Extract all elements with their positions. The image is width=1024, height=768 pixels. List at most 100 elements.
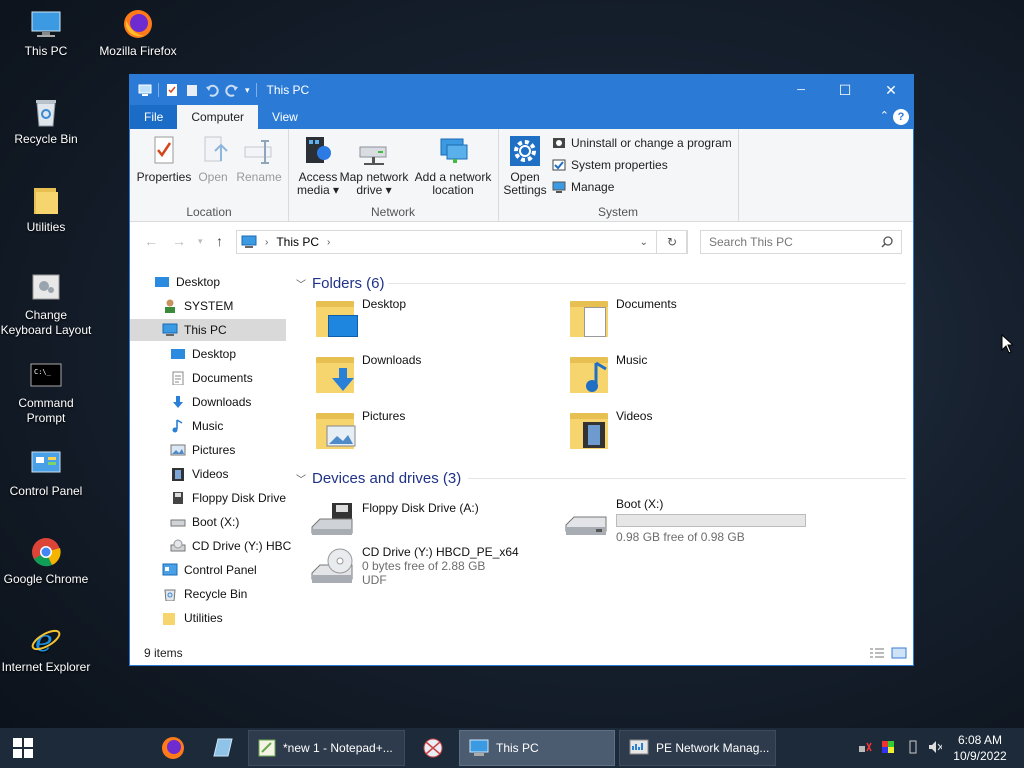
nav-item-desktop[interactable]: Desktop <box>170 343 236 365</box>
add-network-location-button[interactable]: Add a network location <box>412 135 494 197</box>
properties-button[interactable]: Properties <box>136 135 192 184</box>
quick-access-toolbar: ▾ <box>138 83 257 97</box>
details-view-icon[interactable] <box>869 647 885 659</box>
forward-arrow-icon[interactable]: → <box>172 233 186 249</box>
redo-icon[interactable] <box>225 83 239 97</box>
drive-tile-boot[interactable]: Boot (X:) 0.98 GB free of 0.98 GB <box>564 497 806 544</box>
folder-tile-pictures[interactable]: Pictures <box>316 409 405 449</box>
volume-muted-icon[interactable] <box>928 740 942 754</box>
taskbar-task-network-manager[interactable]: PE Network Manag... <box>619 730 776 766</box>
undo-icon[interactable] <box>205 83 219 97</box>
section-divider <box>468 478 906 479</box>
start-button[interactable] <box>12 728 34 768</box>
devices-header-label: Devices and drives (3) <box>312 469 462 487</box>
taskbar-snipping[interactable] <box>420 728 446 768</box>
up-arrow-icon[interactable]: ↑ <box>216 233 223 249</box>
desktop-icon-control-panel[interactable]: Control Panel <box>0 448 92 499</box>
desktop-icon-keyboard-layout[interactable]: Change Keyboard Layout <box>0 272 92 338</box>
new-folder-icon[interactable] <box>185 83 199 97</box>
map-network-drive-button[interactable]: Map network drive ▾ <box>338 135 410 197</box>
desktop-icon-firefox[interactable]: Mozilla Firefox <box>92 8 184 59</box>
taskbar-task-notepad[interactable]: *new 1 - Notepad+... <box>248 730 405 766</box>
uninstall-program-button[interactable]: Uninstall or change a program <box>552 133 732 153</box>
folder-tile-videos[interactable]: Videos <box>570 409 652 449</box>
nav-item-documents[interactable]: Documents <box>170 367 253 389</box>
close-button[interactable]: ✕ <box>868 75 914 105</box>
open-settings-button[interactable]: Open Settings <box>502 135 548 197</box>
folder-tile-documents[interactable]: Documents <box>570 297 677 337</box>
open-button[interactable]: Open <box>192 135 234 184</box>
maximize-button[interactable]: ☐ <box>822 75 868 105</box>
network-drive-icon <box>358 135 390 167</box>
access-media-button[interactable]: Access media ▾ <box>294 135 342 197</box>
folder-tile-music[interactable]: Music <box>570 353 647 393</box>
drive-filesystem: UDF <box>362 573 387 587</box>
floppy-drive-icon <box>310 501 354 541</box>
desktop-icon <box>171 349 185 359</box>
section-divider <box>388 283 906 284</box>
documents-folder-icon <box>570 297 608 337</box>
tab-file[interactable]: File <box>130 105 178 129</box>
desktop-icon-label: Mozilla Firefox <box>99 44 177 58</box>
chevron-down-icon[interactable]: ▾ <box>245 85 250 96</box>
breadcrumb-this-pc[interactable]: This PC <box>276 235 319 249</box>
ribbon-tabs: File Computer View ⌃ ? <box>130 105 913 129</box>
desktop-icon-this-pc[interactable]: This PC <box>0 8 92 59</box>
taskbar-clock[interactable]: 6:08 AM 10/9/2022 <box>945 732 1015 764</box>
recent-locations-chevron-icon[interactable]: ▾ <box>198 236 203 247</box>
desktop-icon-chrome[interactable]: Google Chrome <box>0 536 92 587</box>
address-dropdown-icon[interactable]: ⌄ <box>640 237 648 248</box>
address-bar[interactable]: › This PC › ⌄ <box>236 230 687 254</box>
nav-item-recycle-bin[interactable]: Recycle Bin <box>162 583 247 605</box>
drive-tile-floppy[interactable]: Floppy Disk Drive (A:) <box>310 501 479 541</box>
nav-item-pictures[interactable]: Pictures <box>170 439 235 461</box>
nav-item-floppy[interactable]: Floppy Disk Drive <box>170 487 286 509</box>
properties-check-icon[interactable] <box>165 83 179 97</box>
folder-tile-downloads[interactable]: Downloads <box>316 353 421 393</box>
minimize-button[interactable]: ─ <box>778 75 824 105</box>
back-arrow-icon[interactable]: ← <box>144 233 158 249</box>
taskbar-task-this-pc[interactable]: This PC <box>459 730 615 766</box>
network-tray-icon[interactable] <box>858 740 872 754</box>
help-icon[interactable]: ? <box>893 109 909 125</box>
drive-tile-cd[interactable]: CD Drive (Y:) HBCD_PE_x64 0 bytes free o… <box>310 545 519 587</box>
desktop-icon-command-prompt[interactable]: C:\_ Command Prompt <box>0 360 92 426</box>
desktop-icon-utilities[interactable]: Utilities <box>0 184 92 235</box>
explorer-window[interactable]: ▾ This PC ─ ☐ ✕ File Computer View ⌃ ? P… <box>129 74 914 666</box>
display-tray-icon[interactable] <box>881 740 895 754</box>
breadcrumb-separator-icon: › <box>265 236 269 248</box>
title-bar[interactable]: ▾ This PC ─ ☐ ✕ <box>130 75 913 105</box>
nav-item-utilities[interactable]: Utilities <box>162 607 223 629</box>
nav-item-boot-drive[interactable]: Boot (X:) <box>170 511 239 533</box>
folder-tile-desktop[interactable]: Desktop <box>316 297 406 337</box>
desktop-icon-internet-explorer[interactable]: e Internet Explorer <box>0 624 92 675</box>
downloads-folder-icon <box>316 353 354 393</box>
ribbon-collapse-icon[interactable]: ⌃ <box>880 109 889 122</box>
nav-item-cd-drive[interactable]: CD Drive (Y:) HBC <box>170 535 291 557</box>
desktop-icon-recycle-bin[interactable]: Recycle Bin <box>0 96 92 147</box>
tab-view[interactable]: View <box>258 105 312 129</box>
folders-section-header[interactable]: ﹀ Folders (6) <box>296 271 906 295</box>
nav-item-music[interactable]: Music <box>170 415 223 437</box>
music-icon <box>172 419 183 433</box>
nav-item-control-panel[interactable]: Control Panel <box>162 559 257 581</box>
nav-item-desktop-root[interactable]: Desktop <box>154 271 220 293</box>
devices-section-header[interactable]: ﹀ Devices and drives (3) <box>296 466 906 490</box>
refresh-button[interactable]: ↻ <box>656 230 688 254</box>
usb-tray-icon[interactable] <box>906 740 920 754</box>
system-properties-button[interactable]: System properties <box>552 155 668 175</box>
large-icons-view-icon[interactable] <box>891 647 907 659</box>
nav-item-videos[interactable]: Videos <box>170 463 228 485</box>
manage-button[interactable]: Manage <box>552 177 614 197</box>
nav-item-system-user[interactable]: SYSTEM <box>162 295 233 317</box>
nav-item-this-pc[interactable]: This PC <box>130 319 286 341</box>
taskbar-explorer-pinned[interactable] <box>210 728 234 768</box>
rename-button[interactable]: Rename <box>234 135 284 184</box>
nav-item-downloads[interactable]: Downloads <box>170 391 251 413</box>
desktop-icon-label: Internet Explorer <box>1 660 91 674</box>
tab-computer[interactable]: Computer <box>177 105 259 129</box>
taskbar-firefox[interactable] <box>161 728 185 768</box>
nav-label: Documents <box>192 371 253 385</box>
uninstall-label: Uninstall or change a program <box>571 136 732 150</box>
search-input[interactable]: Search This PC <box>700 230 902 254</box>
